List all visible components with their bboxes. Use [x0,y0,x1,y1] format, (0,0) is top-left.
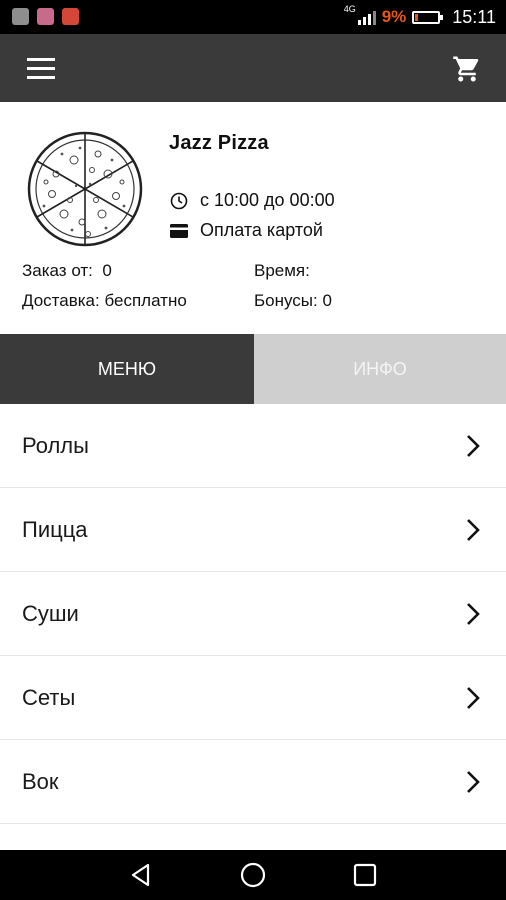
opening-hours: с 10:00 до 00:00 [169,190,335,211]
cart-icon[interactable] [452,54,482,84]
pizza-logo [26,130,144,248]
restaurant-info: Jazz Pizza с 10:00 до 00:00 Оплата карто… [0,102,506,334]
chevron-right-icon [467,687,480,709]
clock-icon [169,191,189,211]
category-label: Сеты [22,685,76,710]
min-order: Заказ от: 0 [22,261,112,280]
category-sets[interactable]: Сеты [0,656,506,740]
chevron-right-icon [467,771,480,793]
category-label: Суши [22,601,79,626]
category-label: Вок [22,769,59,794]
tab-info[interactable]: ИНФО [254,334,506,404]
hamburger-icon[interactable] [27,58,55,80]
system-nav-bar [0,850,506,900]
tab-menu[interactable]: МЕНЮ [0,334,254,404]
gmail-icon [62,8,79,25]
category-sushi[interactable]: Суши [0,572,506,656]
gallery-icon [12,8,29,25]
tab-bar: МЕНЮ ИНФО [0,334,506,404]
category-rolls[interactable]: Роллы [0,404,506,488]
payment-text: Оплата картой [200,220,323,240]
category-label: Роллы [22,433,89,458]
restaurant-name: Jazz Pizza [169,132,269,154]
category-pizza[interactable]: Пицца [0,488,506,572]
credit-card-icon [169,221,189,241]
battery-percent: 9% [381,7,407,26]
delivery-time: Время: [254,261,310,280]
chevron-right-icon [467,435,480,457]
network-type: 4G [343,4,356,14]
instagram-icon [37,8,54,25]
recent-apps-icon[interactable] [352,862,378,888]
home-icon[interactable] [240,862,266,888]
app-toolbar [0,34,506,102]
chevron-right-icon [467,519,480,541]
back-icon[interactable] [128,862,154,888]
category-list: Роллы Пицца Суши Сеты Вок [0,404,506,824]
category-label: Пицца [22,517,88,542]
chevron-right-icon [467,603,480,625]
bonuses: Бонусы: 0 [254,291,332,310]
category-wok[interactable]: Вок [0,740,506,824]
battery-icon [412,10,444,24]
delivery-cost: Доставка: бесплатно [22,291,187,310]
hours-text: с 10:00 до 00:00 [200,190,335,210]
status-bar: 4G 9% 15:11 [0,0,506,34]
payment-method: Оплата картой [169,220,323,241]
notification-icons [12,8,79,25]
signal-icon [357,9,376,25]
status-time: 15:11 [452,6,496,27]
